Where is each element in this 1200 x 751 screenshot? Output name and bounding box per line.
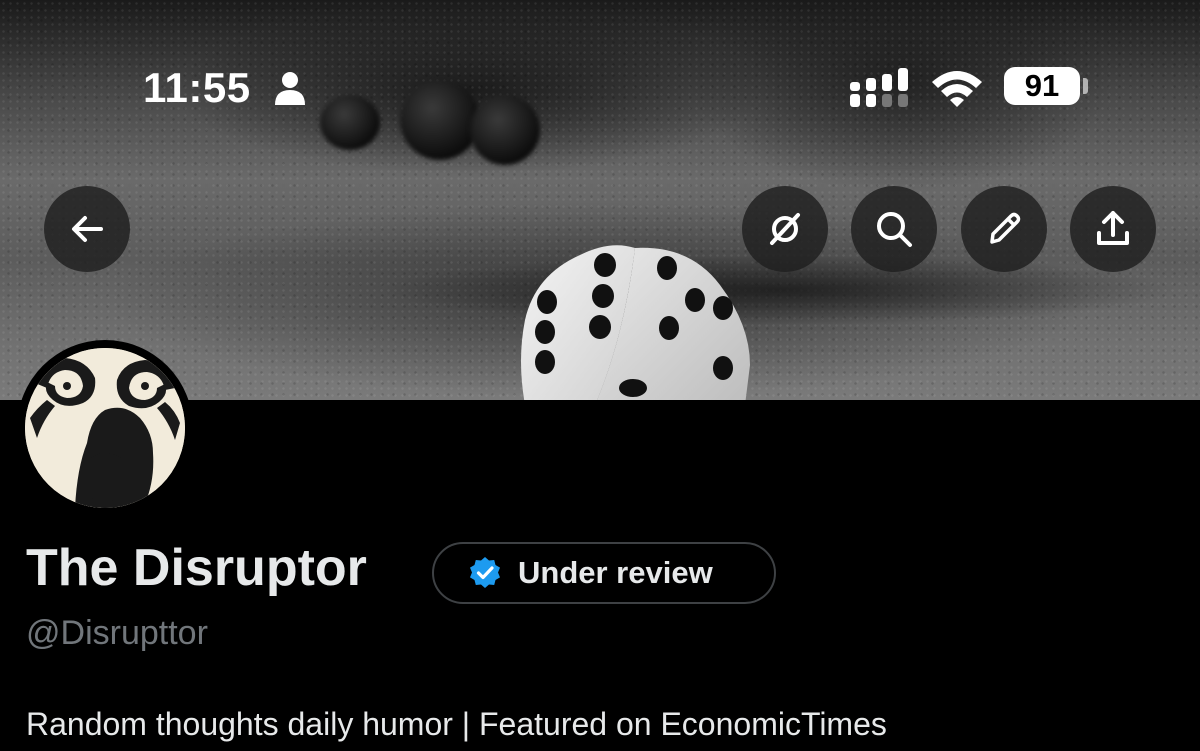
share-icon	[1097, 211, 1129, 245]
share-button[interactable]	[1070, 186, 1156, 272]
profile-handle: @Disrupttor	[26, 614, 208, 652]
battery-cap	[1083, 78, 1088, 94]
verified-badge-icon	[470, 557, 500, 588]
profile-banner[interactable]: 11:55 91	[0, 0, 1200, 400]
search-icon	[877, 212, 912, 247]
banner-blur-shape	[320, 95, 380, 150]
profile-bio: Random thoughts daily humor | Featured o…	[26, 706, 887, 742]
back-arrow-icon	[72, 216, 103, 242]
back-button[interactable]	[44, 186, 130, 272]
person-icon	[275, 72, 305, 105]
avatar-illustration	[25, 348, 185, 508]
grok-button[interactable]	[742, 186, 828, 272]
search-button[interactable]	[851, 186, 937, 272]
status-time: 11:55	[143, 64, 251, 111]
verification-status-chip[interactable]: Under review	[432, 542, 776, 604]
banner-blur-shape	[470, 95, 540, 165]
grok-icon	[770, 213, 800, 245]
banner-blur-shape	[400, 80, 480, 160]
dice-image	[521, 245, 750, 400]
edit-button[interactable]	[961, 186, 1047, 272]
pencil-icon	[990, 212, 1021, 244]
display-name: The Disruptor	[26, 539, 367, 597]
battery-indicator: 91	[1004, 67, 1080, 105]
verification-status-label: Under review	[518, 555, 713, 590]
avatar-image	[25, 348, 185, 508]
wifi-icon	[932, 71, 982, 107]
avatar[interactable]	[17, 340, 193, 516]
profile-screen: 11:55 91 The Disruptor Under review @Dis…	[0, 0, 1200, 751]
cellular-signal-icon	[850, 68, 908, 107]
